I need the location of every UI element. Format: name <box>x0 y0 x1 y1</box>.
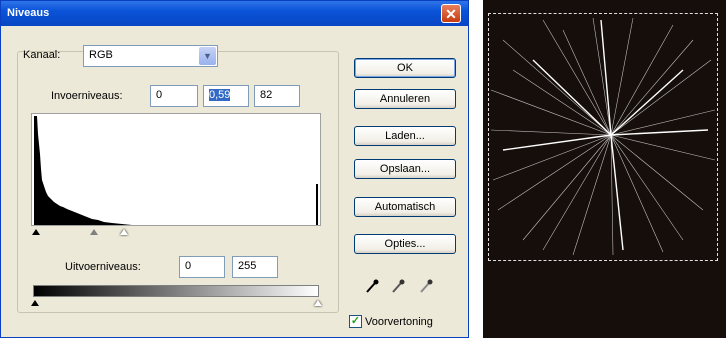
output-black-slider[interactable] <box>31 300 39 306</box>
input-black-value: 0 <box>156 89 163 101</box>
ok-button[interactable]: OK <box>354 58 456 78</box>
title-bar[interactable]: Niveaus ✕ <box>1 1 468 26</box>
input-gamma-value: 0,59 <box>209 89 231 101</box>
gray-eyedropper-icon[interactable] <box>391 278 405 294</box>
output-black-value: 0 <box>185 260 192 272</box>
output-white-slider[interactable] <box>314 300 322 306</box>
output-white-field[interactable]: 255 <box>232 256 278 278</box>
load-button[interactable]: Laden... <box>354 126 456 146</box>
histogram <box>31 113 321 226</box>
dialog-title: Niveaus <box>7 7 50 19</box>
save-button[interactable]: Opslaan... <box>354 159 456 179</box>
output-levels-label: Uitvoerniveaus: <box>65 261 141 273</box>
input-white-value: 82 <box>260 89 273 101</box>
output-black-field[interactable]: 0 <box>179 256 225 278</box>
input-black-field[interactable]: 0 <box>150 85 198 107</box>
channel-label: Kanaal: <box>23 49 61 61</box>
cancel-button[interactable]: Annuleren <box>354 89 456 109</box>
auto-button[interactable]: Automatisch <box>354 197 456 217</box>
chevron-down-icon[interactable]: ▼ <box>199 47 216 65</box>
input-white-slider[interactable] <box>120 229 128 235</box>
options-button[interactable]: Opties... <box>354 234 456 254</box>
input-gamma-field[interactable]: 0,59 <box>203 85 249 107</box>
preview-checkbox[interactable]: ✓ <box>349 315 362 328</box>
output-gradient-bar <box>33 285 319 297</box>
selection-marquee <box>488 13 718 261</box>
levels-dialog: Niveaus ✕ Kanaal: RGB ▼ Invoerniveaus: 0… <box>0 0 469 338</box>
preview-label: Voorvertoning <box>365 316 433 328</box>
close-button[interactable]: ✕ <box>441 4 461 23</box>
output-white-value: 255 <box>238 260 257 272</box>
channel-select[interactable]: RGB ▼ <box>83 45 218 67</box>
input-white-field[interactable]: 82 <box>254 85 300 107</box>
white-eyedropper-icon[interactable] <box>419 278 433 294</box>
input-gamma-slider[interactable] <box>90 229 98 235</box>
input-black-slider[interactable] <box>32 229 40 235</box>
histogram-graph <box>34 116 318 225</box>
black-eyedropper-icon[interactable] <box>365 278 379 294</box>
input-levels-label: Invoerniveaus: <box>51 90 123 102</box>
channel-value: RGB <box>89 49 113 61</box>
